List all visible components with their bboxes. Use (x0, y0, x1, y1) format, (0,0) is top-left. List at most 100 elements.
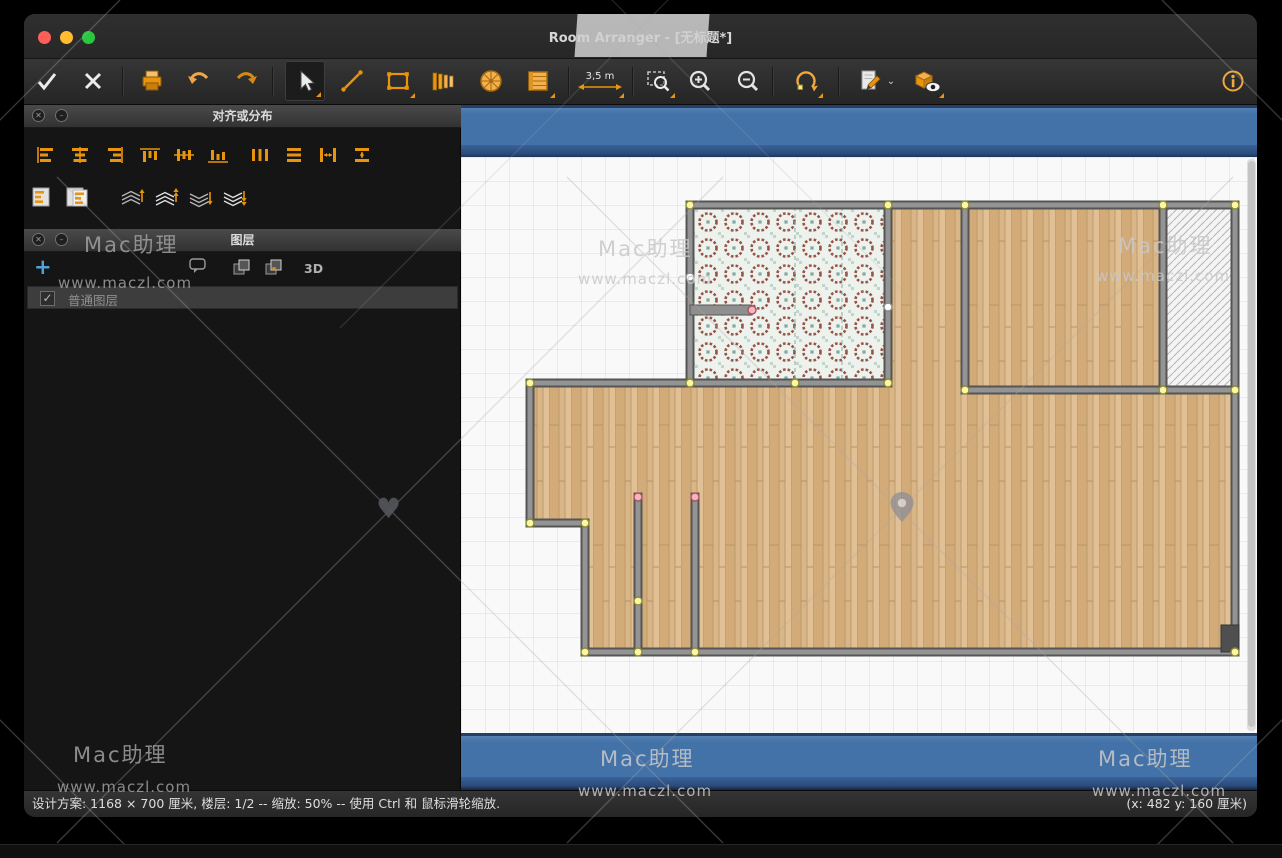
rect-tool-button[interactable] (378, 61, 418, 101)
view-3d-button[interactable] (907, 61, 947, 101)
align-left-button[interactable] (34, 145, 58, 169)
dropdown-corner-icon (550, 93, 555, 98)
panel-collapse-icon[interactable]: – (55, 109, 68, 122)
zoom-region-button[interactable] (638, 61, 678, 101)
edit-pencil-icon (857, 67, 885, 95)
confirm-button[interactable] (27, 61, 67, 101)
tiled-room-floor[interactable] (690, 205, 888, 383)
hatched-balcony[interactable] (1163, 205, 1235, 390)
scrollbar-thumb[interactable] (1248, 161, 1255, 727)
info-button[interactable] (1213, 61, 1253, 101)
select-tool-button[interactable] (285, 61, 325, 101)
dropdown-corner-icon (818, 93, 823, 98)
door-stub[interactable] (690, 305, 752, 315)
rotate-icon (792, 67, 820, 95)
align-page-margin-button[interactable] (64, 186, 90, 212)
cursor-arrow-icon (291, 67, 319, 95)
undo-icon (185, 67, 213, 95)
layer-visible-checkbox[interactable]: ✓ (40, 291, 55, 306)
align-page-left-button[interactable] (30, 186, 56, 212)
toolbar-separator (772, 67, 773, 96)
line-tool-icon (338, 67, 366, 95)
canvas-margin-top (461, 105, 1257, 157)
layer-row[interactable]: ✓ 普通图层 (27, 286, 458, 309)
line-tool-button[interactable] (332, 61, 372, 101)
main-toolbar: 3,5 m (24, 59, 1257, 105)
floor-plan[interactable] (461, 157, 1257, 733)
space-v-button[interactable] (350, 145, 374, 169)
align-panel-title: 对齐或分布 (212, 109, 272, 123)
redo-icon (232, 67, 260, 95)
layers-panel-header: 图层 (24, 229, 461, 252)
stairs-tool-button[interactable] (518, 61, 558, 101)
status-right-text: (x: 482 y: 160 厘米) (1126, 791, 1247, 817)
zoom-in-icon (686, 67, 714, 95)
rotate-tool-button[interactable] (786, 61, 826, 101)
align-bottom-button[interactable] (206, 145, 230, 169)
toolbar-separator (568, 67, 569, 96)
add-layer-button[interactable]: + (34, 255, 52, 279)
panel-close-icon[interactable]: ✕ (32, 233, 45, 246)
move-to-layer-icon[interactable] (232, 258, 252, 280)
rect-tool-icon (384, 67, 412, 95)
canvas-margin-bottom (461, 733, 1257, 790)
cancel-button[interactable] (73, 61, 113, 101)
printer-icon (138, 67, 166, 95)
view-3d-icon (912, 67, 942, 95)
watermark-box (574, 14, 709, 57)
stairs-icon (524, 67, 552, 95)
dropdown-corner-icon (939, 93, 944, 98)
align-center-h-button[interactable] (68, 145, 92, 169)
align-middle-v-button[interactable] (172, 145, 196, 169)
chevron-down-icon[interactable]: ⌄ (887, 76, 895, 87)
align-panel-header: 对齐或分布 (24, 105, 461, 128)
zoom-in-button[interactable] (680, 61, 720, 101)
merge-layer-icon[interactable] (264, 258, 284, 280)
spiral-stairs-icon (477, 67, 505, 95)
align-top-button[interactable] (138, 145, 162, 169)
close-icon (79, 67, 107, 95)
lower-to-bottom-button[interactable] (221, 186, 247, 212)
undo-button[interactable] (179, 61, 219, 101)
title-bar: Room Arranger - [无标题*] (24, 14, 1257, 59)
status-bar: 设计方案: 1168 × 700 厘米, 楼层: 1/2 -- 缩放: 50% … (24, 790, 1257, 817)
raise-layer-button[interactable] (119, 186, 145, 212)
toolbar-separator (122, 67, 123, 96)
redo-button[interactable] (226, 61, 266, 101)
lower-layer-button[interactable] (187, 186, 213, 212)
panel-collapse-icon[interactable]: – (55, 233, 68, 246)
content-area: 对齐或分布 ✕ – (24, 105, 1257, 790)
space-h-button[interactable] (316, 145, 340, 169)
raise-to-top-button[interactable] (153, 186, 179, 212)
toolbar-separator (838, 67, 839, 96)
check-icon (33, 67, 61, 95)
align-right-button[interactable] (102, 145, 126, 169)
status-left-text: 设计方案: 1168 × 700 厘米, 楼层: 1/2 -- 缩放: 50% … (32, 791, 500, 817)
left-sidebar: 对齐或分布 ✕ – (24, 105, 461, 790)
zoom-out-button[interactable] (728, 61, 768, 101)
panel-close-icon[interactable]: ✕ (32, 109, 45, 122)
distribute-h-button[interactable] (282, 145, 306, 169)
drawing-canvas-area (461, 105, 1257, 790)
layers-panel-title: 图层 (230, 233, 254, 247)
toolbar-separator (632, 67, 633, 96)
layers-3d-toggle[interactable]: 3D (304, 261, 323, 276)
print-button[interactable] (132, 61, 172, 101)
dropdown-corner-icon (670, 93, 675, 98)
edit-plan-button[interactable]: ⌄ (848, 61, 904, 101)
bottom-strip (0, 844, 1282, 858)
dropdown-corner-icon (316, 92, 321, 97)
vertical-scrollbar[interactable] (1247, 159, 1256, 731)
info-icon (1219, 67, 1247, 95)
app-window: Room Arranger - [无标题*] (24, 14, 1257, 817)
layer-comment-icon[interactable] (189, 258, 209, 280)
measure-label: 3,5 m (586, 71, 615, 82)
toolbar-separator (272, 67, 273, 96)
wall-column-icon (429, 67, 457, 95)
measure-tool-button[interactable]: 3,5 m (573, 61, 627, 101)
distribute-v-button[interactable] (248, 145, 272, 169)
zoom-region-icon (644, 67, 672, 95)
zoom-out-icon (734, 67, 762, 95)
wall-tool-button[interactable] (423, 61, 463, 101)
spiral-stairs-tool-button[interactable] (471, 61, 511, 101)
